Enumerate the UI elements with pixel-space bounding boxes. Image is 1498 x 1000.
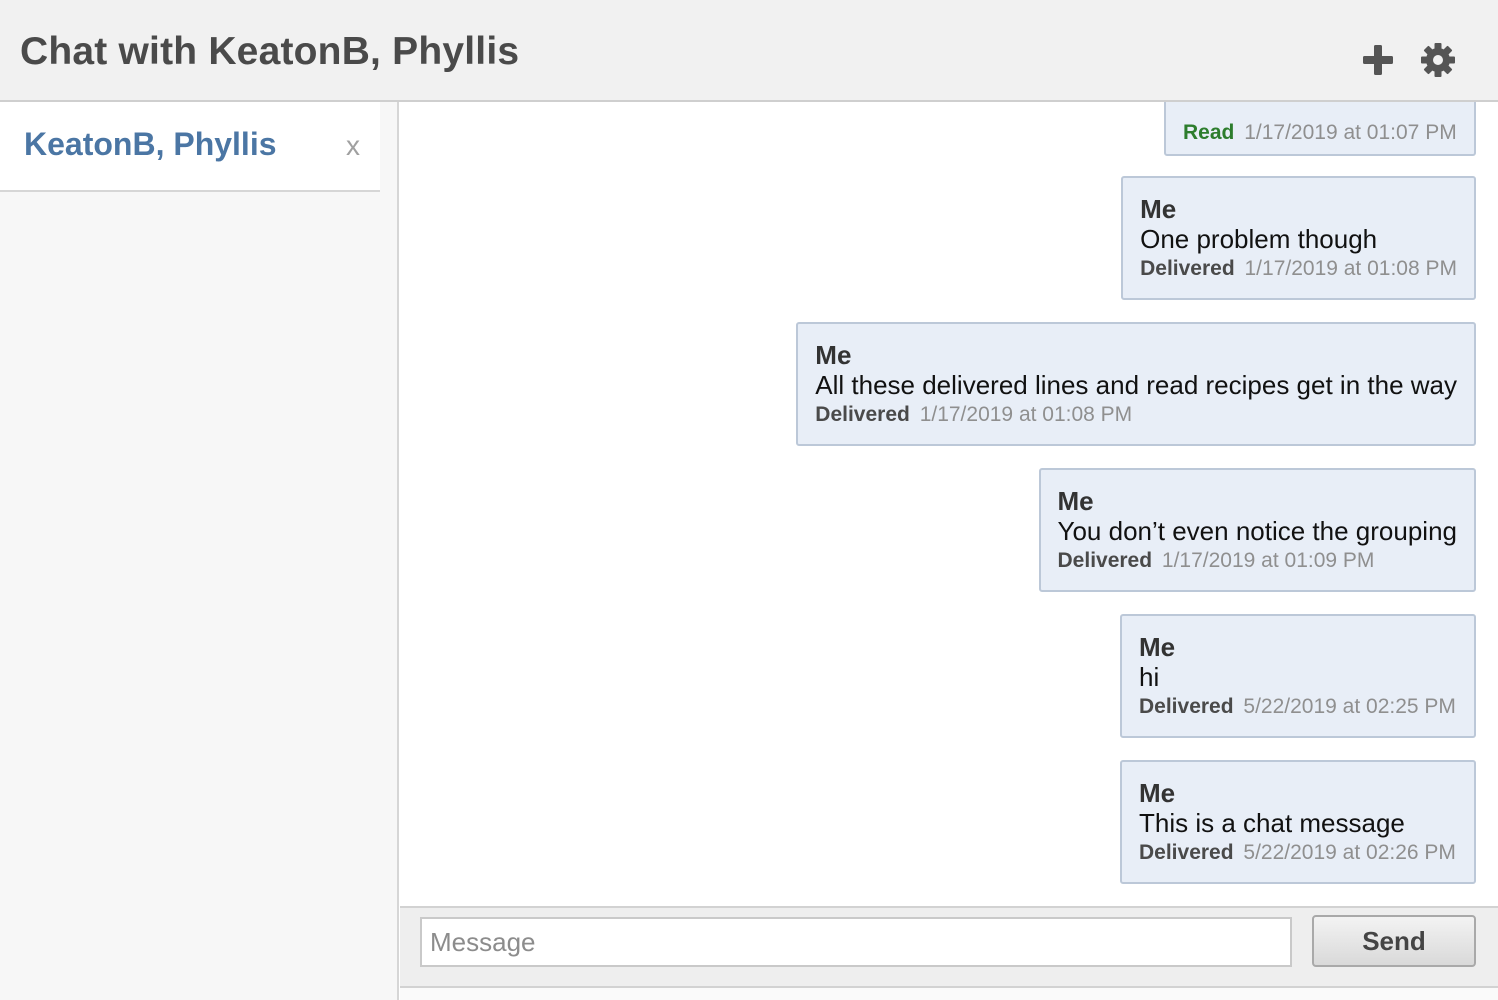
- chat-header: Chat with KeatonB, Phyllis: [0, 0, 1498, 102]
- message-text: One problem though: [1140, 224, 1378, 254]
- conversation-item[interactable]: KeatonB, Phyllis x: [0, 102, 380, 192]
- conversation-name: KeatonB, Phyllis: [24, 126, 277, 162]
- settings-button[interactable]: [1418, 40, 1458, 80]
- close-conversation-button[interactable]: x: [346, 130, 360, 162]
- bottom-strip: [400, 988, 1498, 1000]
- delivered-status: Delivered: [1139, 841, 1234, 864]
- message-bubble: Read 1/17/2019 at 01:07 PM: [1164, 102, 1476, 156]
- plus-icon: [1363, 45, 1393, 75]
- message-text: All these delivered lines and read recip…: [815, 370, 1457, 400]
- message-time: 1/17/2019 at 01:08 PM: [1244, 257, 1458, 280]
- send-button[interactable]: Send: [1312, 915, 1476, 967]
- delivered-status: Delivered: [1140, 257, 1235, 280]
- message-time: 1/17/2019 at 01:09 PM: [1161, 549, 1375, 572]
- delivered-status: Delivered: [1139, 695, 1234, 718]
- message-text: This is a chat message: [1139, 808, 1405, 838]
- message-time: 1/17/2019 at 01:08 PM: [919, 403, 1133, 426]
- delivered-status: Delivered: [815, 403, 910, 426]
- message-meta: Delivered 1/17/2019 at 01:09 PM: [1058, 546, 1457, 576]
- message-list[interactable]: Read 1/17/2019 at 01:07 PM Me One proble…: [400, 102, 1498, 906]
- message-meta: Read 1/17/2019 at 01:07 PM: [1183, 118, 1457, 148]
- read-status: Read: [1183, 121, 1235, 144]
- delivered-status: Delivered: [1057, 549, 1153, 572]
- message-composer: Send: [400, 906, 1498, 988]
- message-bubble: Me hi Delivered 5/22/2019 at 02:25 PM: [1120, 614, 1476, 738]
- message-bubble: Me You don’t even notice the grouping De…: [1038, 468, 1476, 592]
- message-time: 1/17/2019 at 01:07 PM: [1244, 121, 1457, 144]
- conversation-sidebar: KeatonB, Phyllis x: [0, 102, 399, 1000]
- message-bubble: Me This is a chat message Delivered 5/22…: [1120, 760, 1476, 884]
- message-text: hi: [1139, 662, 1160, 692]
- gear-icon: [1421, 43, 1455, 77]
- message-meta: Delivered 1/17/2019 at 01:08 PM: [815, 400, 1457, 430]
- message-bubble: Me One problem though Delivered 1/17/201…: [1121, 176, 1476, 300]
- message-input[interactable]: [420, 917, 1292, 967]
- message-meta: Delivered 1/17/2019 at 01:08 PM: [1140, 254, 1457, 284]
- page-title: Chat with KeatonB, Phyllis: [20, 30, 520, 73]
- message-text: You don’t even notice the grouping: [1057, 516, 1457, 546]
- message-time: 5/22/2019 at 02:25 PM: [1243, 695, 1456, 718]
- message-sender: Me: [1139, 778, 1176, 808]
- message-sender: Me: [1140, 194, 1177, 224]
- header-actions: [1358, 40, 1458, 80]
- message-meta: Delivered 5/22/2019 at 02:26 PM: [1139, 838, 1457, 868]
- message-meta: Delivered 5/22/2019 at 02:25 PM: [1139, 692, 1457, 722]
- message-sender: Me: [1139, 632, 1176, 662]
- message-sender: Me: [1057, 486, 1094, 516]
- add-participant-button[interactable]: [1358, 40, 1398, 80]
- message-sender: Me: [815, 340, 852, 370]
- message-time: 5/22/2019 at 02:26 PM: [1243, 841, 1456, 864]
- message-bubble: Me All these delivered lines and read re…: [796, 322, 1476, 446]
